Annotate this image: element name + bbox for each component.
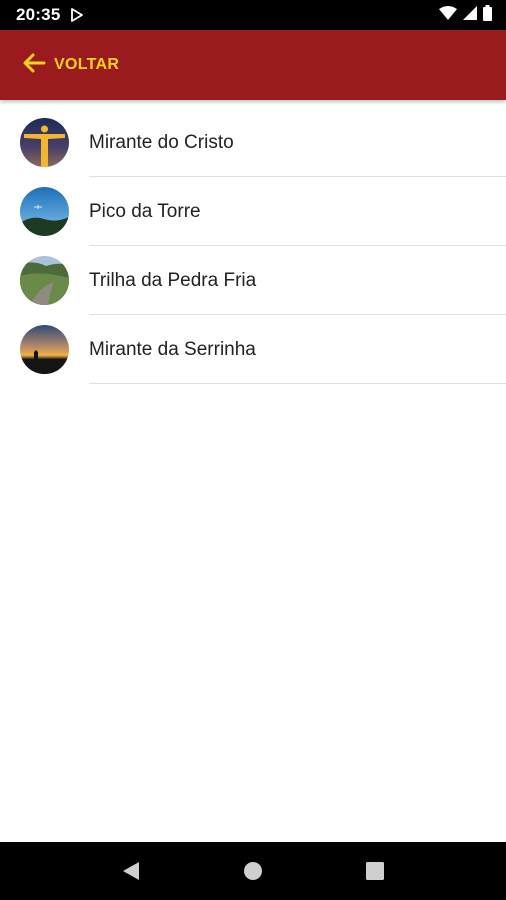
list-item[interactable]: Mirante do Cristo — [0, 108, 506, 177]
status-bar: 20:35 — [0, 0, 506, 30]
avatar-thumbnail — [20, 325, 69, 374]
back-label: VOLTAR — [54, 56, 120, 73]
item-label: Mirante da Serrinha — [89, 339, 256, 360]
play-store-icon — [70, 7, 86, 23]
avatar-thumbnail — [20, 256, 69, 305]
battery-icon — [483, 4, 492, 26]
places-list: Mirante do Cristo Pico da Torre Trilha d… — [0, 108, 506, 384]
avatar-thumbnail — [20, 118, 69, 167]
back-triangle-icon[interactable] — [111, 851, 151, 891]
list-item[interactable]: Pico da Torre — [0, 177, 506, 246]
back-button[interactable]: VOLTAR — [22, 52, 119, 79]
arrow-left-icon — [22, 52, 46, 79]
avatar-thumbnail — [20, 187, 69, 236]
status-icons — [439, 4, 492, 26]
divider — [89, 383, 506, 384]
item-label: Trilha da Pedra Fria — [89, 270, 257, 291]
app-bar: VOLTAR — [0, 30, 506, 100]
item-label: Pico da Torre — [89, 201, 201, 222]
recents-square-icon[interactable] — [355, 851, 395, 891]
wifi-icon — [439, 5, 457, 25]
list-item[interactable]: Trilha da Pedra Fria — [0, 246, 506, 315]
list-item[interactable]: Mirante da Serrinha — [0, 315, 506, 384]
status-time: 20:35 — [16, 5, 61, 24]
home-circle-icon[interactable] — [233, 851, 273, 891]
signal-icon — [463, 5, 477, 25]
system-nav-bar — [0, 842, 506, 900]
item-label: Mirante do Cristo — [89, 132, 234, 153]
